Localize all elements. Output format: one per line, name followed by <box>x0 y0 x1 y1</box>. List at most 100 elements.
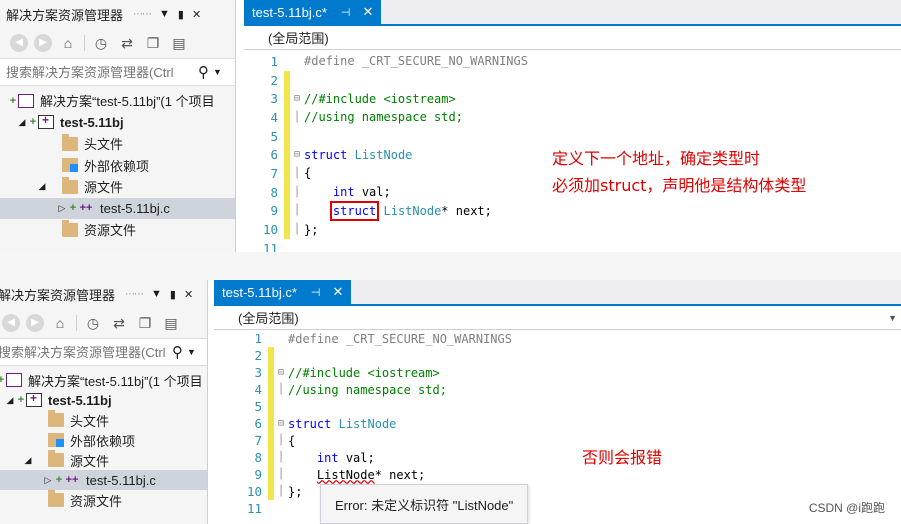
history-icon[interactable]: ◷ <box>91 33 111 53</box>
explorer-search[interactable]: ⚲ ▼ <box>0 338 207 366</box>
pin-icon[interactable]: ⊣ <box>311 286 321 299</box>
search-input[interactable] <box>0 344 170 360</box>
code-text: * next; <box>441 203 492 218</box>
line-number: 8 <box>270 184 278 200</box>
dropdown-icon[interactable]: ▼ <box>151 288 162 300</box>
properties-icon[interactable]: ▤ <box>169 33 189 53</box>
code-area[interactable]: 1 #define _CRT_SECURE_NO_WARNINGS 2 3 ⊟//#… <box>214 330 901 517</box>
back-icon[interactable]: ◀ <box>2 314 20 332</box>
solution-icon <box>18 93 34 108</box>
external-dependencies-icon <box>62 158 78 173</box>
explorer-search[interactable]: ⚲ ▼ <box>0 58 235 86</box>
line-number: 11 <box>246 501 262 516</box>
tab-label: test-5.11bj.c* <box>252 4 327 20</box>
collapse-all-icon[interactable]: ❐ <box>135 313 155 333</box>
forward-icon[interactable]: ▶ <box>34 34 52 52</box>
fold-toggle-icon[interactable]: ⊟ <box>274 418 288 429</box>
tree-item-label: 资源文件 <box>84 223 137 239</box>
error-tooltip: Error: 未定义标识符 "ListNode" <box>320 484 529 524</box>
toolbar-divider <box>76 315 77 331</box>
annotation-line: 否则会报错 <box>582 448 663 467</box>
add-indicator-icon: + <box>69 202 77 215</box>
line-number: 11 <box>262 240 278 252</box>
expand-arrow-icon[interactable]: ◢ <box>22 455 34 466</box>
search-input[interactable] <box>6 64 196 80</box>
tree-item-source-files[interactable]: ◢ 源文件 <box>0 176 235 198</box>
collapsed-arrow-icon[interactable]: ▷ <box>56 203 68 214</box>
error-squiggle-type[interactable]: ListNode <box>317 468 375 482</box>
dropdown-icon[interactable]: ▼ <box>159 8 170 20</box>
tree-project[interactable]: ◢ + test-5.11bj <box>0 390 207 410</box>
tree-item-resource-files[interactable]: 资源文件 <box>0 490 207 510</box>
collapsed-arrow-icon[interactable]: ▷ <box>42 475 54 486</box>
folder-icon <box>62 133 78 151</box>
add-indicator-icon: + <box>9 94 17 107</box>
history-icon[interactable]: ◷ <box>83 313 103 333</box>
code-brace: }; <box>288 484 303 499</box>
external-dependencies-icon <box>48 433 64 447</box>
line-number: 1 <box>270 53 278 69</box>
home-icon[interactable]: ⌂ <box>50 313 70 333</box>
tree-solution[interactable]: + 解决方案“test-5.11bj”(1 个项目 <box>0 370 207 390</box>
tree-item-external-deps[interactable]: 外部依赖项 <box>0 430 207 450</box>
close-icon[interactable]: ✕ <box>184 288 193 301</box>
close-icon[interactable]: ✕ <box>363 4 374 20</box>
forward-icon[interactable]: ▶ <box>26 314 44 332</box>
line-number: 4 <box>254 382 262 397</box>
sync-icon[interactable]: ⇄ <box>117 33 137 53</box>
home-icon[interactable]: ⌂ <box>58 33 78 53</box>
explorer-title: 解决方案资源管理器 <box>0 287 116 303</box>
close-icon[interactable]: ✕ <box>333 284 344 300</box>
code-keyword: struct <box>288 416 332 431</box>
fold-toggle-icon[interactable]: ⊟ <box>290 149 304 160</box>
search-icon[interactable]: ⚲ <box>172 343 183 361</box>
close-icon[interactable]: ✕ <box>192 8 201 21</box>
tree-project[interactable]: ◢ + test-5.11bj <box>0 112 235 134</box>
pin-icon[interactable]: ⊣ <box>341 6 351 19</box>
chevron-down-icon[interactable]: ▼ <box>213 67 222 77</box>
tree-item-source-file[interactable]: ▷ + ++ test-5.11bj.c <box>0 197 235 219</box>
tab-source-file[interactable]: test-5.11bj.c* ⊣ ✕ <box>244 0 382 24</box>
tree-item-source-files[interactable]: ◢ 源文件 <box>0 450 207 470</box>
tree-item-source-file[interactable]: ▷ + ++ test-5.11bj.c <box>0 470 207 490</box>
line-number: 5 <box>270 128 278 144</box>
scope-dropdown[interactable]: (全局范围) ▼ <box>214 306 901 330</box>
tab-source-file[interactable]: test-5.11bj.c* ⊣ ✕ <box>214 280 352 304</box>
scope-label: (全局范围) <box>238 311 299 326</box>
line-number: 4 <box>270 109 278 125</box>
expand-arrow-icon[interactable]: ◢ <box>16 117 28 128</box>
solution-explorer: 解决方案资源管理器 ⋯⋯ ▼ ▮ ✕ ◀ ▶ ⌂ ◷ ⇄ ❐ ▤ ⚲ ▼ + 解… <box>0 280 208 524</box>
back-icon[interactable]: ◀ <box>10 34 28 52</box>
tree-solution[interactable]: + 解决方案“test-5.11bj”(1 个项目 <box>0 90 235 112</box>
tree-item-external-deps[interactable]: 外部依赖项 <box>0 155 235 177</box>
expand-arrow-icon[interactable]: ◢ <box>36 181 48 192</box>
fold-toggle-icon[interactable]: ⊟ <box>274 367 288 378</box>
code-type: ListNode <box>383 203 442 218</box>
sync-icon[interactable]: ⇄ <box>109 313 129 333</box>
tree-item-header-files[interactable]: 头文件 <box>0 410 207 430</box>
chevron-down-icon[interactable]: ▼ <box>187 347 196 357</box>
tree-item-header-files[interactable]: 头文件 <box>0 133 235 155</box>
drag-grip-icon[interactable]: ⋯⋯ <box>133 9 152 20</box>
pin-icon[interactable]: ▮ <box>170 288 176 301</box>
chevron-down-icon[interactable]: ▼ <box>888 313 897 323</box>
solution-explorer: 解决方案资源管理器 ⋯⋯ ▼ ▮ ✕ ◀ ▶ ⌂ ◷ ⇄ ❐ ▤ ⚲ ▼ + 解… <box>0 0 236 252</box>
code-comment: //using namespace std; <box>304 110 463 125</box>
pin-icon[interactable]: ▮ <box>178 8 184 21</box>
expand-arrow-icon[interactable]: ◢ <box>4 395 16 406</box>
screenshot-bottom: 解决方案资源管理器 ⋯⋯ ▼ ▮ ✕ ◀ ▶ ⌂ ◷ ⇄ ❐ ▤ ⚲ ▼ + 解… <box>0 280 901 524</box>
code-define: #define _CRT_SECURE_NO_WARNINGS <box>304 54 528 69</box>
drag-grip-icon[interactable]: ⋯⋯ <box>125 289 144 300</box>
search-icon[interactable]: ⚲ <box>198 63 209 81</box>
annotation-note: 否则会报错 <box>582 444 662 471</box>
folder-icon <box>48 490 64 507</box>
properties-icon[interactable]: ▤ <box>161 313 181 333</box>
fold-toggle-icon[interactable]: ⊟ <box>290 93 304 104</box>
code-comment: //#include <iostream> <box>288 365 440 380</box>
screenshot-top: 解决方案资源管理器 ⋯⋯ ▼ ▮ ✕ ◀ ▶ ⌂ ◷ ⇄ ❐ ▤ ⚲ ▼ + 解… <box>0 0 901 252</box>
tree-item-resource-files[interactable]: 资源文件 <box>0 219 235 241</box>
scope-dropdown[interactable]: (全局范围) <box>244 26 901 50</box>
collapse-all-icon[interactable]: ❐ <box>143 33 163 53</box>
code-brace: { <box>288 433 296 448</box>
code-type: ListNode <box>354 147 413 162</box>
